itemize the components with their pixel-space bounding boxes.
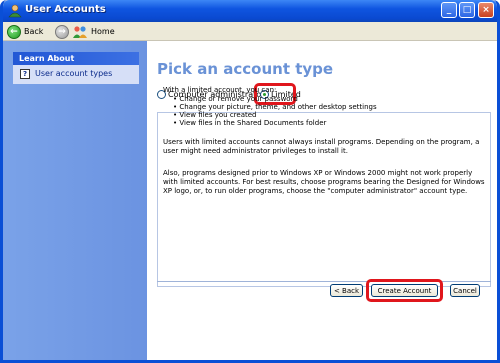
compatibility-note: Also, programs designed prior to Windows…	[163, 169, 485, 195]
learn-about-panel: Learn About ? User account types	[13, 52, 139, 84]
maximize-button[interactable]: □	[459, 2, 475, 18]
task-sidebar: Learn About ? User account types	[3, 41, 147, 360]
home-label: Home	[91, 27, 115, 36]
back-nav-button[interactable]: < Back	[330, 284, 363, 297]
main-panel: Pick an account type Computer administra…	[147, 41, 497, 360]
learn-about-header: Learn About	[13, 52, 139, 65]
page-title: Pick an account type	[157, 60, 334, 78]
install-note: Users with limited accounts cannot alway…	[163, 138, 480, 155]
user-accounts-window: User Accounts _ □ × ← Back → Home Learn …	[0, 0, 500, 363]
intro-text: With a limited account, you can:	[163, 86, 277, 94]
back-arrow-icon: ←	[7, 24, 21, 39]
toolbar: ← Back → Home	[3, 22, 497, 41]
list-item: View files you created	[173, 111, 377, 119]
list-item: Change your picture, theme, and other de…	[173, 103, 376, 111]
content-area: Learn About ? User account types Pick an…	[3, 41, 497, 360]
help-icon: ?	[20, 68, 30, 79]
list-item: View files in the Shared Documents folde…	[173, 119, 377, 127]
cancel-button[interactable]: Cancel	[450, 284, 480, 297]
window-title: User Accounts	[25, 4, 106, 15]
minimize-button[interactable]: _	[441, 2, 457, 18]
user-accounts-app-icon	[8, 4, 22, 18]
close-button[interactable]: ×	[478, 2, 494, 18]
capabilities-list: Change or remove your password Change yo…	[173, 95, 377, 127]
sidebar-item-label: User account types	[35, 69, 113, 78]
forward-button[interactable]: →	[55, 24, 69, 39]
create-account-highlight-annotation	[366, 279, 443, 302]
home-users-icon	[73, 25, 87, 38]
forward-arrow-icon: →	[55, 24, 69, 39]
sidebar-item-user-account-types[interactable]: ? User account types	[13, 65, 139, 82]
home-button[interactable]: Home	[73, 24, 115, 39]
back-button[interactable]: ← Back	[7, 24, 43, 39]
list-item: Change or remove your password	[173, 95, 377, 103]
title-bar[interactable]: User Accounts _ □ ×	[3, 0, 497, 22]
back-label: Back	[24, 27, 44, 36]
